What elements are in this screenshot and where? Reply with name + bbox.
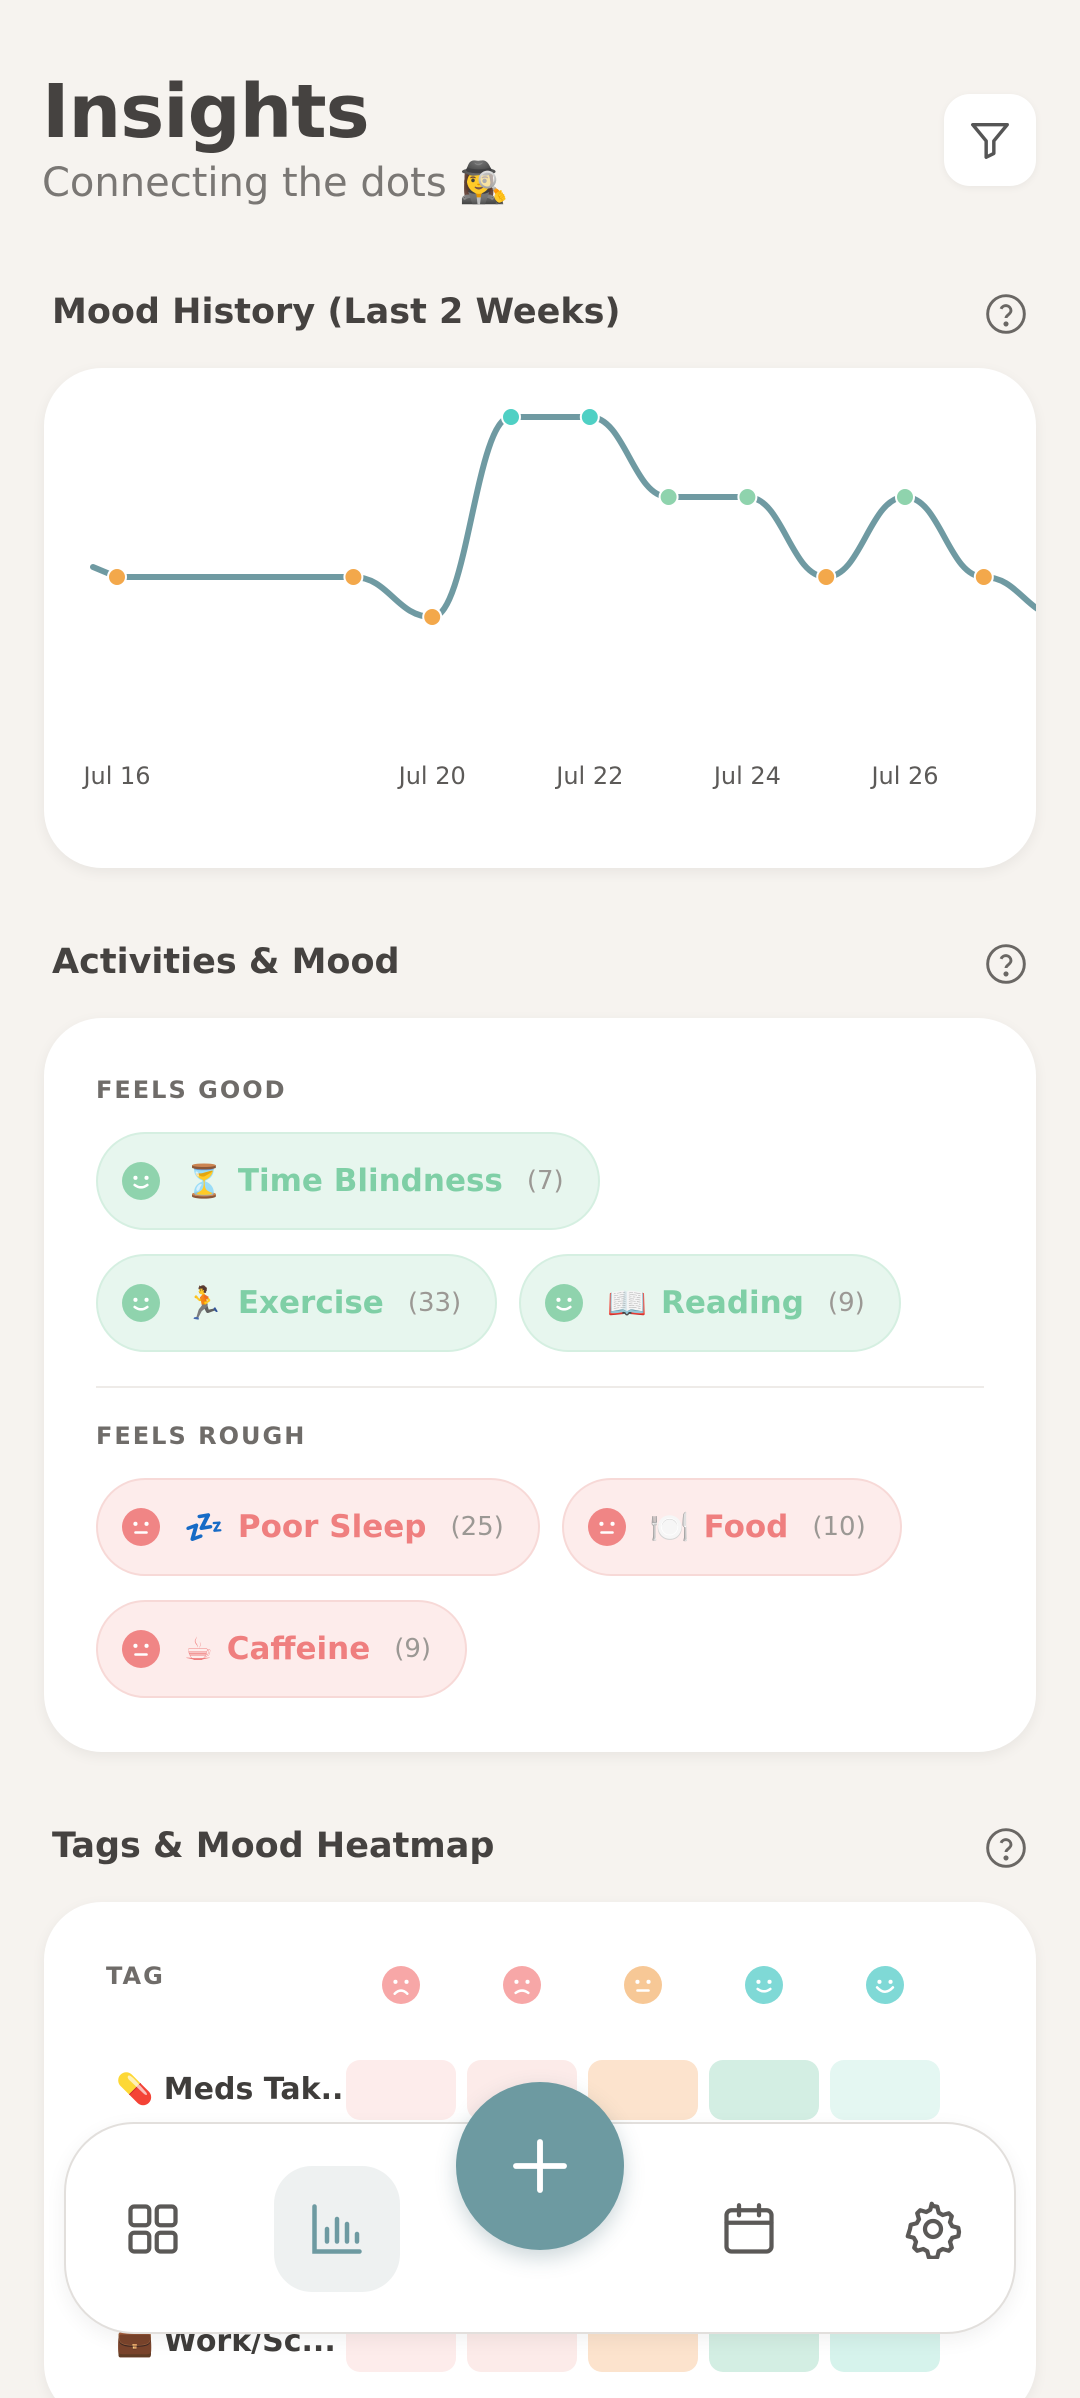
x-tick-label: Jul 24: [712, 762, 781, 790]
help-circle-icon[interactable]: [984, 1826, 1028, 1870]
activities-card: FEELS GOOD ⏳ Time Blindness (7) 🏃 Exercise (3…: [44, 1018, 1036, 1752]
calendar-icon: [724, 2203, 774, 2254]
activity-label: Caffeine: [226, 1631, 371, 1667]
feels-rough-chips: 💤 Poor Sleep (25) 🍽️ Food (10) ☕ Caffeine (9): [96, 1478, 996, 1698]
activity-emoji-icon: 📖: [607, 1284, 648, 1322]
page-title: Insights: [42, 69, 370, 155]
activity-chip[interactable]: 🍽️ Food (10): [561, 1478, 902, 1576]
heatmap-tag-header: TAG: [106, 1962, 165, 1990]
nav-insights-button[interactable]: [274, 2166, 400, 2292]
activity-label: Food: [703, 1509, 789, 1545]
add-entry-button[interactable]: [456, 2082, 624, 2250]
mood-history-title: Mood History (Last 2 Weeks): [52, 292, 621, 332]
activity-chip[interactable]: ⏳ Time Blindness (7): [96, 1132, 600, 1230]
activity-emoji-icon: ⏳: [184, 1162, 224, 1200]
mood-point[interactable]: [737, 487, 758, 507]
good-face-icon: [745, 1966, 783, 2004]
mood-point[interactable]: [107, 567, 127, 587]
heatmap-cell[interactable]: [709, 2060, 819, 2120]
activity-chip[interactable]: 📖 Reading (9): [519, 1254, 901, 1352]
activities-title: Activities & Mood: [52, 942, 400, 982]
mood-history-chart: Jul 16Jul 20Jul 22Jul 24Jul 26Jul 29: [81, 407, 1036, 790]
mood-point[interactable]: [895, 487, 915, 507]
nav-calendar-button[interactable]: [686, 2166, 812, 2292]
happy-face-icon: [122, 1162, 160, 1200]
bad-face-icon: [503, 1966, 541, 2004]
mood-point[interactable]: [422, 607, 443, 627]
filter-button[interactable]: [944, 94, 1036, 186]
activity-emoji-icon: 🏃: [184, 1284, 224, 1322]
page-header: Insights Connecting the dots 🕵️‍♀️: [42, 68, 1042, 208]
sad-face-icon: [587, 1508, 626, 1546]
plus-icon: [513, 2139, 567, 2193]
x-tick-label: Jul 16: [81, 762, 150, 790]
mood-point[interactable]: [343, 567, 364, 587]
x-tick-label: Jul 22: [554, 762, 623, 790]
mood-point[interactable]: [658, 487, 679, 507]
activity-emoji-icon: ☕: [184, 1630, 213, 1668]
settings-icon: [905, 2201, 962, 2259]
happy-face-icon: [122, 1284, 160, 1322]
mood-point[interactable]: [579, 407, 600, 427]
feels-good-label: FEELS GOOD: [96, 1076, 287, 1104]
meh-face-icon: [624, 1966, 662, 2004]
heatmap-cell[interactable]: [588, 2060, 698, 2120]
activity-label: Exercise: [237, 1285, 384, 1321]
activity-count: (9): [827, 1288, 865, 1318]
mood-series-line: [90, 414, 1036, 621]
filter-icon: [971, 122, 1009, 159]
great-face-icon: [866, 1966, 904, 2004]
activity-chip[interactable]: 💤 Poor Sleep (25): [96, 1478, 540, 1576]
heatmap-cell[interactable]: [346, 2060, 456, 2120]
x-tick-label: Jul 20: [397, 762, 466, 790]
dashboard-icon: [128, 2204, 178, 2254]
divider: [96, 1386, 984, 1388]
help-circle-icon[interactable]: [984, 942, 1028, 986]
feels-rough-label: FEELS ROUGH: [96, 1422, 307, 1450]
activity-chip[interactable]: ☕ Caffeine (9): [96, 1600, 468, 1698]
activity-emoji-icon: 💤: [184, 1508, 224, 1546]
mood-history-card: Jul 16Jul 20Jul 22Jul 24Jul 26Jul 29: [44, 368, 1036, 868]
happy-face-icon: [545, 1284, 584, 1322]
sad-face-icon: [122, 1630, 160, 1668]
x-tick-label: Jul 26: [869, 762, 938, 790]
activity-label: Reading: [661, 1285, 804, 1321]
activity-label: Poor Sleep: [237, 1509, 427, 1545]
insights-icon: [312, 2204, 362, 2254]
activity-chip[interactable]: 🏃 Exercise (33): [96, 1254, 498, 1352]
heatmap-title: Tags & Mood Heatmap: [52, 1826, 495, 1866]
activity-emoji-icon: 🍽️: [649, 1508, 690, 1546]
heatmap-cell[interactable]: [830, 2060, 940, 2120]
activity-label: Time Blindness: [237, 1163, 503, 1199]
sad-face-icon: [122, 1508, 160, 1546]
nav-settings-button[interactable]: [870, 2166, 996, 2292]
page-subtitle: Connecting the dots 🕵️‍♀️: [42, 160, 510, 206]
feels-good-chips: ⏳ Time Blindness (7) 🏃 Exercise (33) 📖 Reading (…: [96, 1132, 996, 1352]
help-circle-icon[interactable]: [984, 292, 1028, 336]
nav-dashboard-button[interactable]: [90, 2166, 216, 2292]
activity-count: (25): [450, 1512, 504, 1542]
activity-count: (10): [812, 1512, 866, 1542]
heatmap-row-label: 💊 Meds Tak...: [116, 2072, 355, 2107]
mood-point[interactable]: [816, 567, 837, 587]
activity-count: (9): [394, 1634, 432, 1664]
activity-count: (33): [407, 1288, 462, 1318]
mood-point[interactable]: [973, 567, 994, 587]
activity-count: (7): [526, 1166, 564, 1196]
awful-face-icon: [382, 1966, 420, 2004]
mood-point[interactable]: [501, 407, 521, 427]
